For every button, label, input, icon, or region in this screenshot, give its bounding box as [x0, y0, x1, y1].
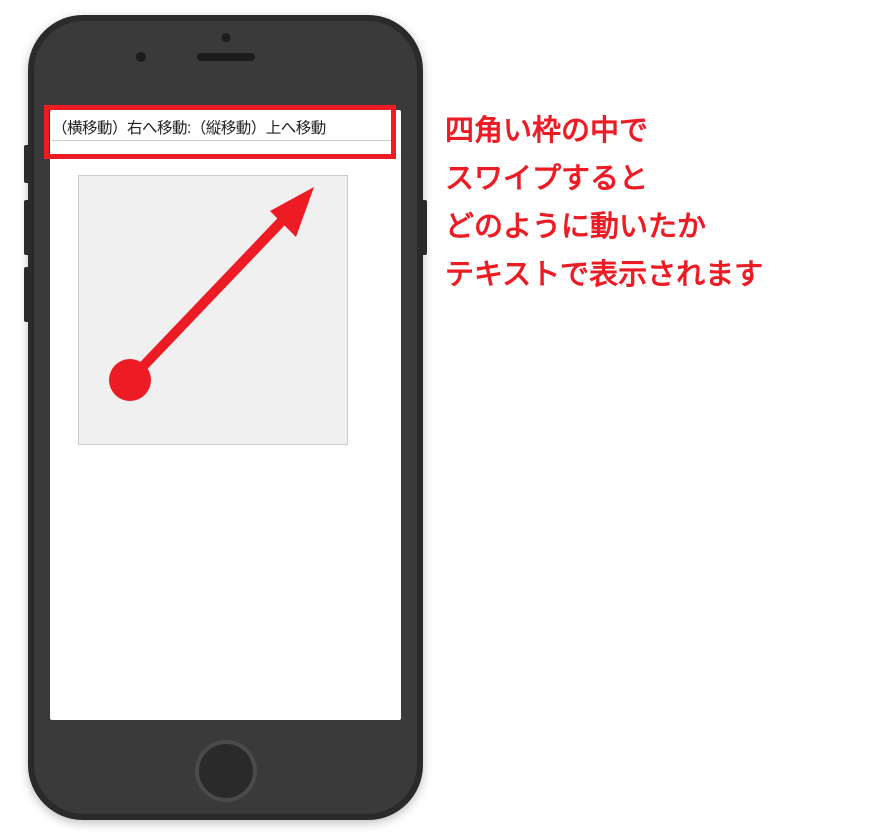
power-button: [423, 200, 427, 255]
swipe-arrow-icon: [68, 155, 368, 455]
explanation-line: テキストで表示されます: [445, 252, 763, 300]
explanation-line: どのように動いたか: [445, 204, 763, 252]
volume-down-button: [24, 267, 28, 322]
explanation-line: スワイプすると: [445, 156, 763, 204]
highlight-box: [44, 105, 396, 159]
volume-up-button: [24, 200, 28, 255]
phone-screen[interactable]: （横移動）右へ移動:（縦移動）上へ移動: [50, 110, 401, 720]
sensor-icon: [221, 33, 230, 42]
explanation-line: 四角い枠の中で: [445, 108, 763, 156]
earpiece-icon: [197, 53, 255, 61]
home-button[interactable]: [195, 740, 257, 802]
explanation-text: 四角い枠の中で スワイプすると どのように動いたか テキストで表示されます: [445, 108, 763, 299]
camera-icon: [136, 52, 146, 62]
phone-frame: （横移動）右へ移動:（縦移動）上へ移動: [28, 15, 423, 820]
mute-switch: [24, 145, 28, 183]
